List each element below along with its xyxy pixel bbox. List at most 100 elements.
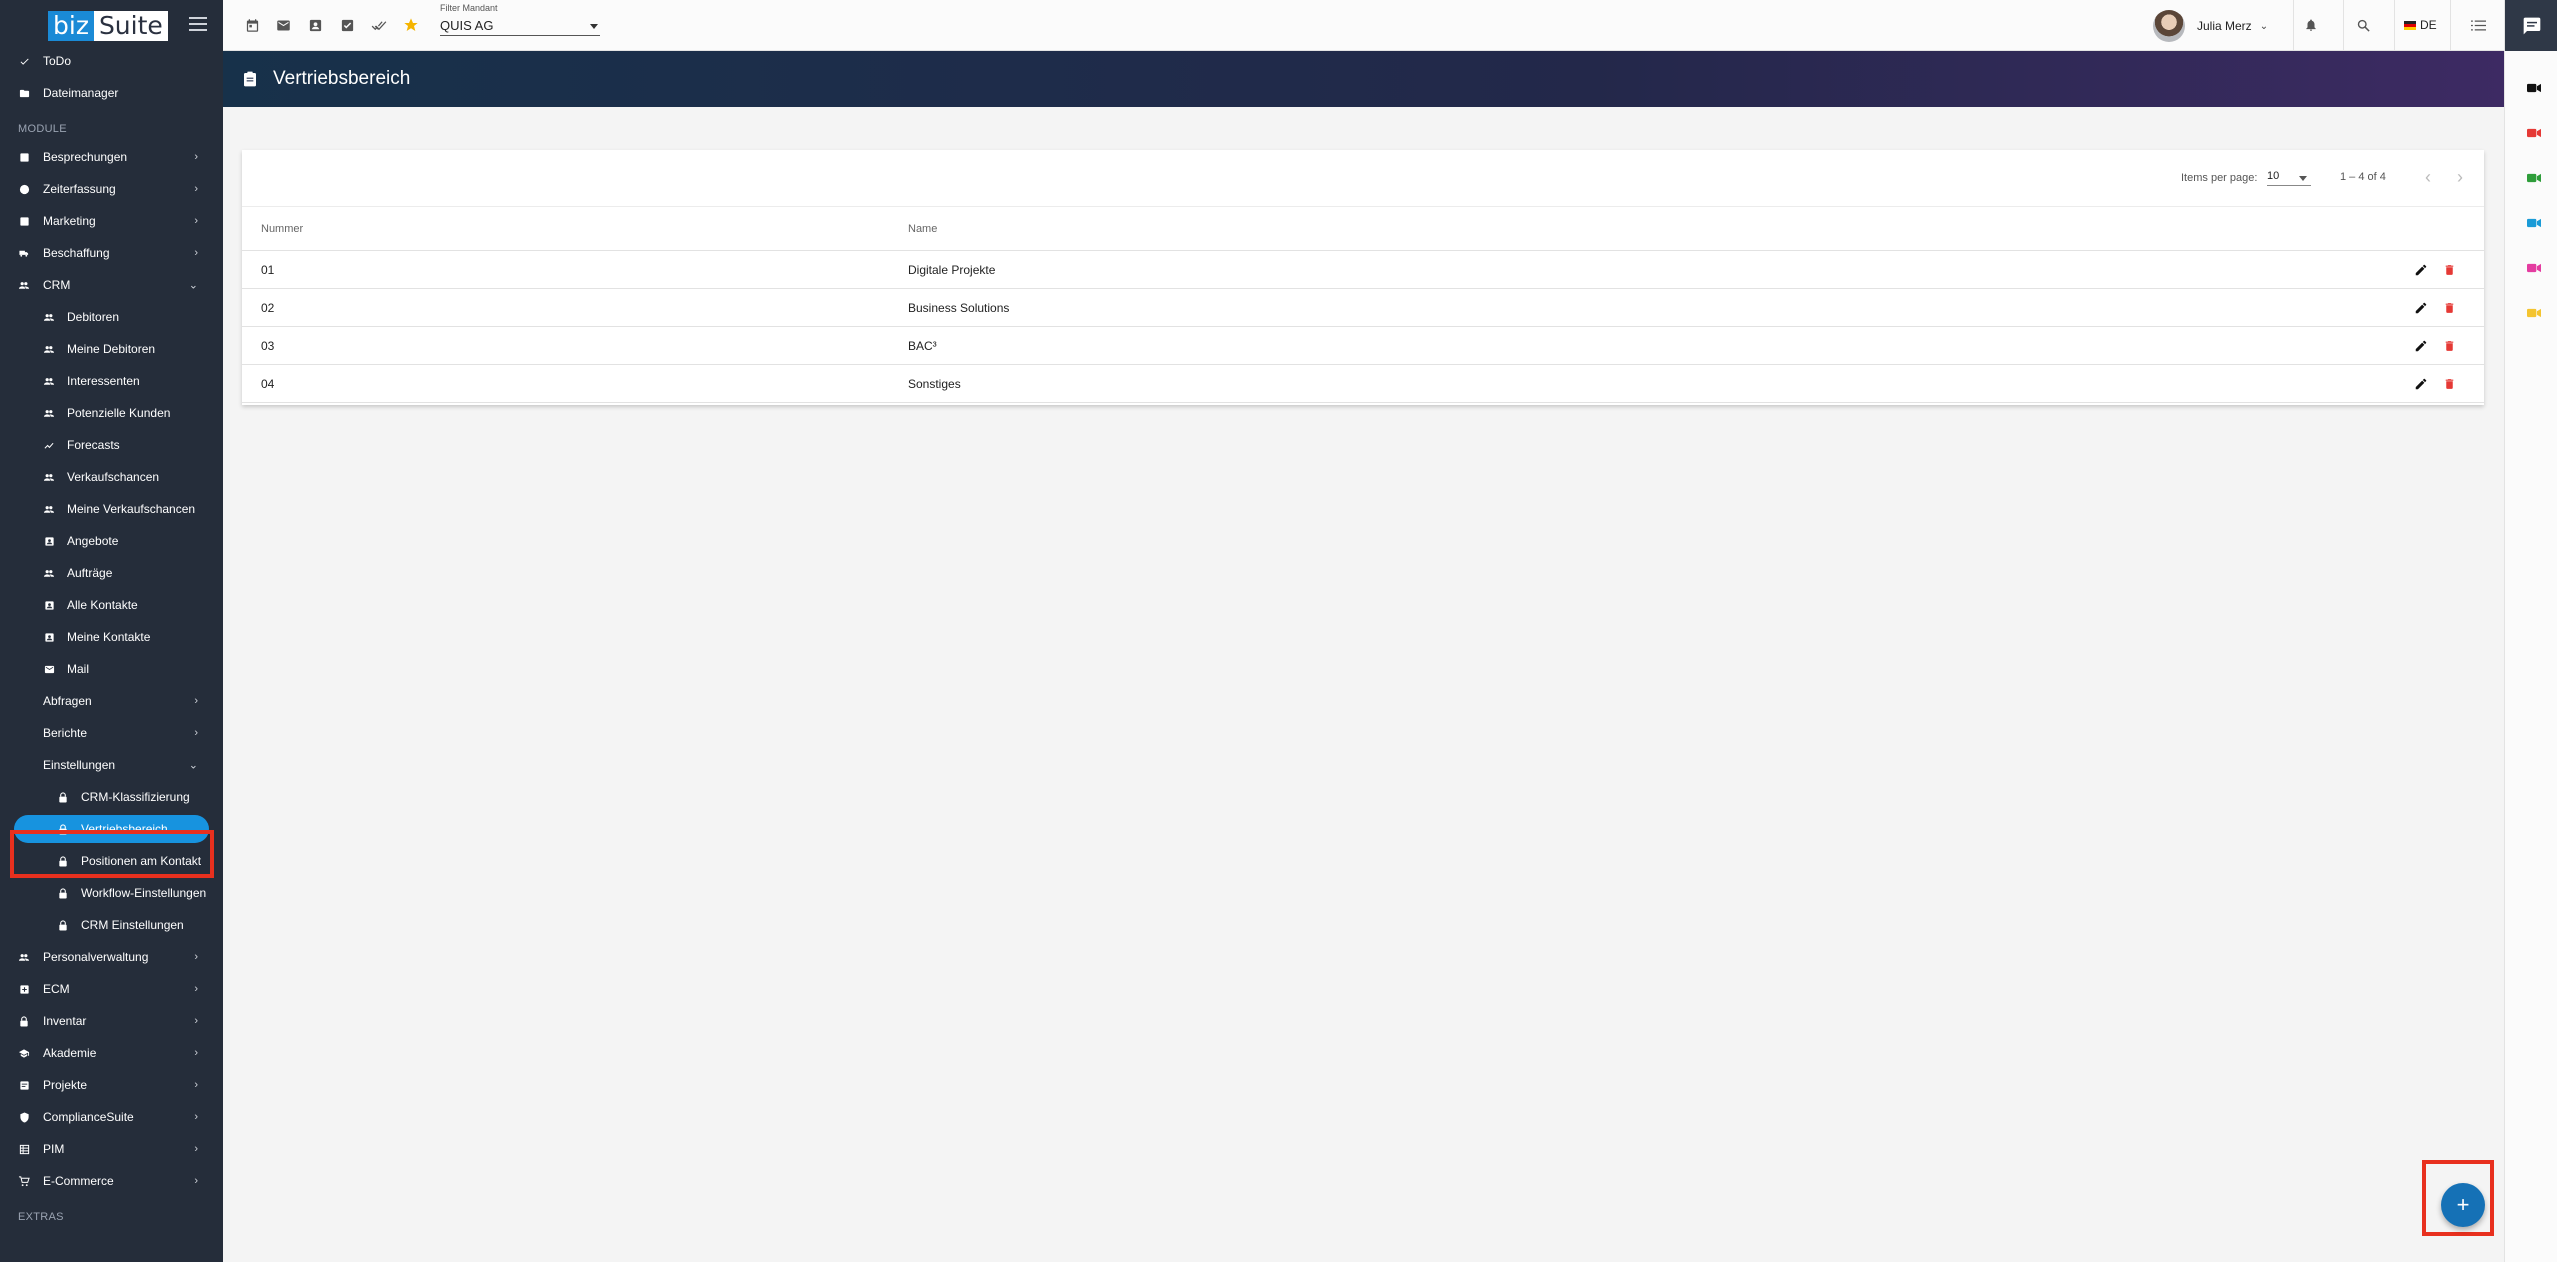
sidebar-item-einstellungen[interactable]: Einstellungen ⌄ — [0, 749, 223, 781]
edit-pencil-icon[interactable] — [2414, 301, 2428, 315]
sidebar-item-zeiterfassung[interactable]: Zeiterfassung › — [0, 173, 223, 205]
sidebar-item-potenzielle-kunden[interactable]: Potenzielle Kunden — [0, 397, 223, 429]
video-call-yellow-icon[interactable] — [2527, 305, 2541, 318]
sidebar-item-e-commerce[interactable]: E-Commerce › — [0, 1165, 223, 1197]
paginator-range: 1 – 4 of 4 — [2340, 171, 2386, 183]
sidebar-item-verkaufschancen[interactable]: Verkaufschancen — [0, 461, 223, 493]
sidebar-item-projekte[interactable]: Projekte › — [0, 1069, 223, 1101]
truck-icon — [18, 247, 30, 259]
video-call-blue-icon[interactable] — [2527, 215, 2541, 228]
sidebar-item-abfragen[interactable]: Abfragen › — [0, 685, 223, 717]
table-row[interactable]: 01 Digitale Projekte — [242, 250, 2484, 289]
right-rail — [2504, 0, 2557, 1262]
dropdown-caret-icon — [590, 24, 598, 29]
sidebar-item-label: Meine Verkaufschancen — [67, 502, 196, 516]
sidebar-item-forecasts[interactable]: Forecasts — [0, 429, 223, 461]
sidebar-item-inventar[interactable]: Inventar › — [0, 1005, 223, 1037]
add-button[interactable]: + — [2441, 1183, 2485, 1227]
delete-trash-icon[interactable] — [2442, 263, 2456, 277]
page-title: Vertriebsbereich — [273, 68, 411, 89]
chevron-left-icon[interactable]: ‹ — [2425, 167, 2431, 188]
video-call-red-icon[interactable] — [2527, 125, 2541, 138]
table-row[interactable]: 02 Business Solutions — [242, 288, 2484, 327]
calendar-icon[interactable] — [244, 17, 260, 33]
sidebar-item-dateimanager[interactable]: Dateimanager — [0, 77, 223, 109]
task-check-icon[interactable] — [339, 17, 355, 33]
sidebar-item-workflow-einstellungen[interactable]: Workflow-Einstellungen — [0, 877, 223, 909]
video-call-icon[interactable] — [2527, 80, 2541, 93]
sidebar-item-besprechungen[interactable]: Besprechungen › — [0, 141, 223, 173]
logo-text-biz: biz — [48, 10, 94, 41]
column-header-name[interactable]: Name — [908, 206, 2394, 251]
column-header-nummer[interactable]: Nummer — [242, 206, 908, 251]
people-icon — [18, 951, 30, 963]
sidebar-item-crm[interactable]: CRM ⌄ — [0, 269, 223, 301]
table-row[interactable]: 03 BAC³ — [242, 326, 2484, 365]
logo-text-suite: Suite — [93, 10, 168, 41]
sidebar-item-meine-debitoren[interactable]: Meine Debitoren — [0, 333, 223, 365]
sidebar-item-debitoren[interactable]: Debitoren — [0, 301, 223, 333]
menu-toggle-icon[interactable] — [189, 15, 207, 33]
lock-icon — [57, 887, 69, 899]
sidebar-item-meine-kontakte[interactable]: Meine Kontakte — [0, 621, 223, 653]
sidebar-item-meine-verkaufschancen[interactable]: Meine Verkaufschancen — [0, 493, 223, 525]
cell-name: Digitale Projekte — [908, 250, 2394, 289]
sidebar-item-interessenten[interactable]: Interessenten — [0, 365, 223, 397]
user-menu[interactable]: Julia Merz ⌄ — [2153, 9, 2268, 43]
sidebar-item-compliancesuite[interactable]: ComplianceSuite › — [0, 1101, 223, 1133]
bizsuite-logo[interactable]: biz Suite — [48, 10, 168, 41]
star-icon[interactable] — [403, 17, 419, 33]
sidebar-item-berichte[interactable]: Berichte › — [0, 717, 223, 749]
mail-icon[interactable] — [275, 17, 291, 33]
sidebar-item-label: Einstellungen — [43, 758, 116, 772]
sidebar-item-pim[interactable]: PIM › — [0, 1133, 223, 1165]
lock-icon — [57, 919, 69, 931]
video-call-pink-icon[interactable] — [2527, 260, 2541, 273]
chevron-right-icon: › — [194, 247, 198, 259]
dropdown-caret-icon — [2299, 176, 2307, 181]
search-icon[interactable] — [2355, 17, 2371, 33]
people-icon — [43, 375, 55, 387]
chat-icon[interactable] — [2505, 0, 2557, 51]
delete-trash-icon[interactable] — [2442, 377, 2456, 391]
sidebar-item-aufträge[interactable]: Aufträge — [0, 557, 223, 589]
table-row[interactable]: 04 Sonstiges — [242, 364, 2484, 403]
sidebar-item-marketing[interactable]: Marketing › — [0, 205, 223, 237]
chevron-right-icon[interactable]: › — [2457, 167, 2463, 188]
delete-trash-icon[interactable] — [2442, 339, 2456, 353]
edit-pencil-icon[interactable] — [2414, 263, 2428, 277]
language-selector[interactable]: DE — [2404, 18, 2437, 32]
edit-pencil-icon[interactable] — [2414, 339, 2428, 353]
chevron-right-icon: › — [194, 727, 198, 739]
sidebar-item-label: Abfragen — [43, 694, 92, 708]
sidebar-item-vertriebsbereich[interactable]: Vertriebsbereich — [0, 813, 223, 845]
contact-card-icon — [43, 631, 55, 643]
avatar — [2153, 10, 2185, 42]
sidebar-item-beschaffung[interactable]: Beschaffung › — [0, 237, 223, 269]
sidebar-item-label: Mail — [67, 662, 90, 676]
sidebar-item-crm-einstellungen[interactable]: CRM Einstellungen — [0, 909, 223, 941]
lock-icon — [57, 791, 69, 803]
filter-mandant-select[interactable]: QUIS AG — [440, 16, 600, 36]
sidebar-item-personalverwaltung[interactable]: Personalverwaltung › — [0, 941, 223, 973]
items-per-page-select[interactable]: 10 — [2267, 170, 2311, 186]
sidebar-item-alle-kontakte[interactable]: Alle Kontakte — [0, 589, 223, 621]
topbar: Filter Mandant QUIS AG Julia Merz ⌄ DE — [223, 0, 2504, 51]
double-check-icon[interactable] — [371, 17, 387, 33]
edit-pencil-icon[interactable] — [2414, 377, 2428, 391]
list-menu-icon[interactable] — [2470, 17, 2486, 33]
sidebar-item-label: Potenzielle Kunden — [67, 406, 171, 420]
sidebar-item-crm-klassifizierung[interactable]: CRM-Klassifizierung — [0, 781, 223, 813]
sidebar-item-positionen-am-kontakt[interactable]: Positionen am Kontakt — [0, 845, 223, 877]
sidebar-item-akademie[interactable]: Akademie › — [0, 1037, 223, 1069]
video-call-green-icon[interactable] — [2527, 170, 2541, 183]
filter-mandant[interactable]: Filter Mandant QUIS AG — [440, 3, 600, 36]
sidebar-item-ecm[interactable]: ECM › — [0, 973, 223, 1005]
contact-card-icon[interactable] — [307, 17, 323, 33]
sidebar-item-mail[interactable]: Mail — [0, 653, 223, 685]
delete-trash-icon[interactable] — [2442, 301, 2456, 315]
sidebar-item-todo[interactable]: ToDo — [0, 45, 223, 77]
cell-name: Business Solutions — [908, 288, 2394, 327]
bell-icon[interactable] — [2303, 17, 2319, 33]
sidebar-item-angebote[interactable]: Angebote — [0, 525, 223, 557]
